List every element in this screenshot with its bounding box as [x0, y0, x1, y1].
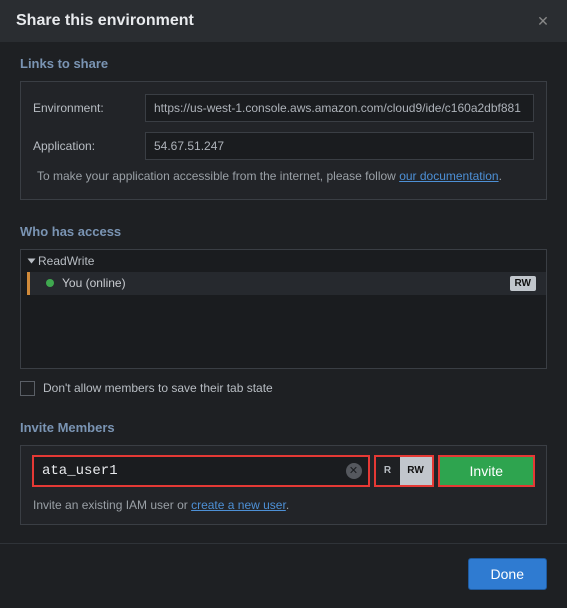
invite-input-wrap: ✕ [33, 456, 369, 486]
caret-down-icon [28, 258, 36, 263]
environment-label: Environment: [33, 101, 145, 115]
application-ip-input[interactable] [145, 132, 534, 160]
environment-row: Environment: [33, 94, 534, 122]
rw-badge: RW [510, 276, 536, 291]
member-name: You (online) [62, 276, 126, 290]
access-group-label: ReadWrite [38, 254, 94, 268]
access-member-row[interactable]: You (online) RW [27, 272, 546, 295]
invite-button[interactable]: Invite [439, 456, 534, 486]
permission-rw-option[interactable]: RW [400, 457, 432, 485]
application-label: Application: [33, 139, 145, 153]
invite-hint-prefix: Invite an existing IAM user or [33, 498, 191, 512]
access-section-title: Who has access [20, 224, 547, 239]
application-row: Application: [33, 132, 534, 160]
links-panel: Environment: Application: To make your a… [20, 81, 547, 200]
done-button[interactable]: Done [468, 558, 547, 590]
online-status-icon [46, 279, 54, 287]
invite-hint-suffix: . [286, 498, 289, 512]
access-section: Who has access ReadWrite You (online) RW… [0, 210, 567, 406]
invite-section: Invite Members ✕ R RW Invite Invite an e… [0, 406, 567, 535]
links-hint-prefix: To make your application accessible from… [37, 169, 399, 183]
member-info: You (online) [46, 276, 126, 290]
links-hint: To make your application accessible from… [33, 168, 534, 185]
dialog-title: Share this environment [16, 12, 194, 30]
access-list: ReadWrite You (online) RW [20, 249, 547, 369]
permission-r-option[interactable]: R [376, 457, 400, 485]
links-section-title: Links to share [20, 56, 547, 71]
invite-hint: Invite an existing IAM user or create a … [33, 498, 534, 512]
documentation-link[interactable]: our documentation [399, 169, 498, 183]
invite-section-title: Invite Members [20, 420, 547, 435]
dialog-header: Share this environment ✕ [0, 0, 567, 42]
environment-url-input[interactable] [145, 94, 534, 122]
tab-state-checkbox-row[interactable]: Don't allow members to save their tab st… [20, 381, 547, 396]
invite-username-input[interactable] [42, 463, 346, 479]
dialog-footer: Done [0, 543, 567, 608]
links-hint-suffix: . [499, 169, 502, 183]
clear-input-icon[interactable]: ✕ [346, 463, 362, 479]
tab-state-label: Don't allow members to save their tab st… [43, 381, 273, 395]
close-icon[interactable]: ✕ [535, 13, 551, 29]
tab-state-checkbox[interactable] [20, 381, 35, 396]
create-user-link[interactable]: create a new user [191, 498, 286, 512]
access-group-header[interactable]: ReadWrite [21, 250, 546, 272]
invite-controls-row: ✕ R RW Invite [33, 456, 534, 486]
links-section: Links to share Environment: Application:… [0, 42, 567, 210]
permission-toggle: R RW [375, 456, 433, 486]
share-environment-dialog: Share this environment ✕ Links to share … [0, 0, 567, 608]
invite-panel: ✕ R RW Invite Invite an existing IAM use… [20, 445, 547, 525]
